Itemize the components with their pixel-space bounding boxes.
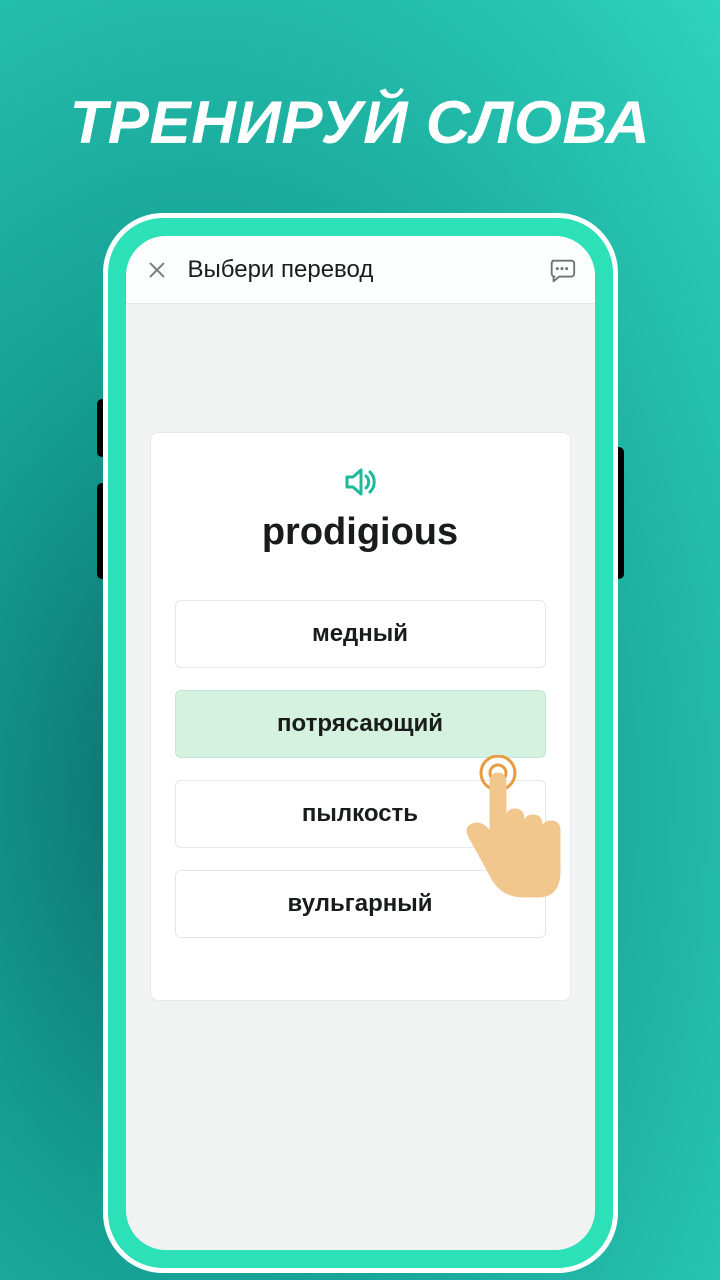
app-bar-title: Выбери перевод bbox=[188, 256, 529, 284]
hero-title: ТРЕНИРУЙ СЛОВА bbox=[70, 88, 651, 157]
close-icon[interactable] bbox=[144, 257, 170, 283]
option-button[interactable]: потрясающий bbox=[175, 690, 546, 758]
app-bar: Выбери перевод bbox=[126, 236, 595, 304]
chat-icon[interactable] bbox=[547, 255, 577, 285]
phone-shell: Выбери перевод bbox=[103, 213, 618, 1273]
speaker-icon[interactable] bbox=[339, 461, 381, 503]
quiz-word: prodigious bbox=[175, 511, 546, 554]
phone-screen: Выбери перевод bbox=[126, 236, 595, 1250]
option-button[interactable]: медный bbox=[175, 600, 546, 668]
option-button[interactable]: пылкость bbox=[175, 780, 546, 848]
promo-background: ТРЕНИРУЙ СЛОВА Выбери перевод bbox=[0, 0, 720, 1280]
quiz-card: prodigious медный потрясающий пылкость в… bbox=[150, 432, 571, 1001]
app-content: prodigious медный потрясающий пылкость в… bbox=[126, 304, 595, 1025]
option-button[interactable]: вульгарный bbox=[175, 870, 546, 938]
phone-mockup: Выбери перевод bbox=[103, 213, 618, 1273]
